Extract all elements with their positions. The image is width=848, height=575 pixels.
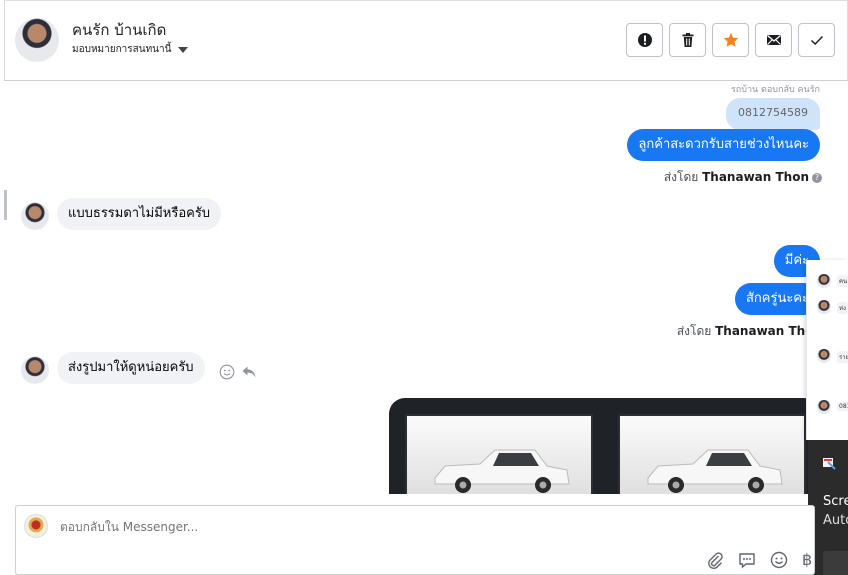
conversation-thread[interactable]: รถบ้าน ตอบกลับ คนรัก 0812754589 ลูกค้าสะ… xyxy=(4,82,848,494)
reply-note: รถบ้าน ตอบกลับ คนรัก xyxy=(730,85,820,95)
star-button[interactable] xyxy=(712,23,749,57)
contact-avatar[interactable] xyxy=(15,18,59,62)
contact-avatar-small[interactable] xyxy=(21,356,49,384)
composer-tools: ฿ xyxy=(706,550,814,569)
list-item-text[interactable]: 081 xyxy=(837,402,848,411)
sent-by-name: Thanawan Thon xyxy=(702,170,809,184)
car-photo[interactable] xyxy=(618,414,806,494)
conversation-header: คนรัก บ้านเกิด มอบหมายการสนทนานี้ xyxy=(4,0,848,81)
trash-icon xyxy=(682,33,693,47)
currency-icon[interactable]: ฿ xyxy=(802,550,814,569)
message-bubble-incoming[interactable]: แบบธรรมดาไม่มีหรือครับ xyxy=(57,198,222,230)
star-icon xyxy=(723,32,738,47)
car-photo[interactable] xyxy=(405,414,593,494)
reply-composer: ฿ xyxy=(15,505,815,575)
sent-by-line: ส่งโดย Thanawan Thon? xyxy=(664,168,822,187)
contact-avatar-small[interactable] xyxy=(21,202,49,230)
pickup-truck-image xyxy=(434,449,570,493)
side-conversation-list: คน ห่ง รายา 081 xyxy=(806,260,848,440)
assign-conversation-dropdown[interactable]: มอบหมายการสนทนานี้ xyxy=(72,42,189,57)
pickup-truck-image xyxy=(647,449,783,493)
mark-unread-button[interactable] xyxy=(755,23,792,57)
message-bubble-outgoing[interactable]: ลูกค้าสะดวกรับสายช่วงไหนคะ xyxy=(627,129,820,161)
report-icon xyxy=(637,33,652,47)
assign-label: มอบหมายการสนทนานี้ xyxy=(72,44,172,55)
header-actions xyxy=(626,23,835,57)
quoted-message: 0812754589 xyxy=(726,98,820,130)
sent-by-prefix: ส่งโดย xyxy=(676,324,712,338)
scrollbar-indicator[interactable] xyxy=(4,190,7,220)
saved-replies-icon[interactable] xyxy=(738,551,756,569)
emoji-icon[interactable] xyxy=(770,551,788,569)
reply-input[interactable] xyxy=(60,520,560,534)
caret-down-icon xyxy=(178,46,189,53)
notification-subtitle: Auto xyxy=(823,513,848,528)
attachment-icon[interactable] xyxy=(706,551,724,569)
help-icon[interactable]: ? xyxy=(812,173,822,183)
check-icon xyxy=(810,35,823,46)
sent-by-line: ส่งโดย Thanawan Thon xyxy=(677,322,822,341)
mark-done-button[interactable] xyxy=(798,23,835,57)
screenshot-tool-icon xyxy=(823,458,836,470)
reply-icon[interactable] xyxy=(241,364,257,380)
list-avatar[interactable] xyxy=(817,400,831,414)
page-avatar xyxy=(24,514,48,538)
list-item-text[interactable]: รายา xyxy=(837,351,848,363)
image-attachment[interactable] xyxy=(389,398,819,494)
list-item-text[interactable]: คน xyxy=(837,275,848,287)
list-item-text[interactable]: ห่ง xyxy=(837,302,848,314)
message-tools xyxy=(219,364,257,380)
list-avatar[interactable] xyxy=(817,300,831,314)
react-emoji-icon[interactable] xyxy=(219,364,235,380)
list-avatar[interactable] xyxy=(817,349,831,363)
contact-name[interactable]: คนรัก บ้านเกิด xyxy=(72,18,166,42)
envelope-icon xyxy=(766,35,781,45)
message-bubble-incoming[interactable]: ส่งรูปมาให้ดูหน่อยครับ xyxy=(57,352,205,384)
sent-by-prefix: ส่งโดย xyxy=(663,170,699,184)
list-avatar[interactable] xyxy=(817,274,831,288)
notification-title: Scre xyxy=(823,494,848,509)
notification-button[interactable] xyxy=(823,551,848,575)
delete-button[interactable] xyxy=(669,23,706,57)
report-button[interactable] xyxy=(626,23,663,57)
